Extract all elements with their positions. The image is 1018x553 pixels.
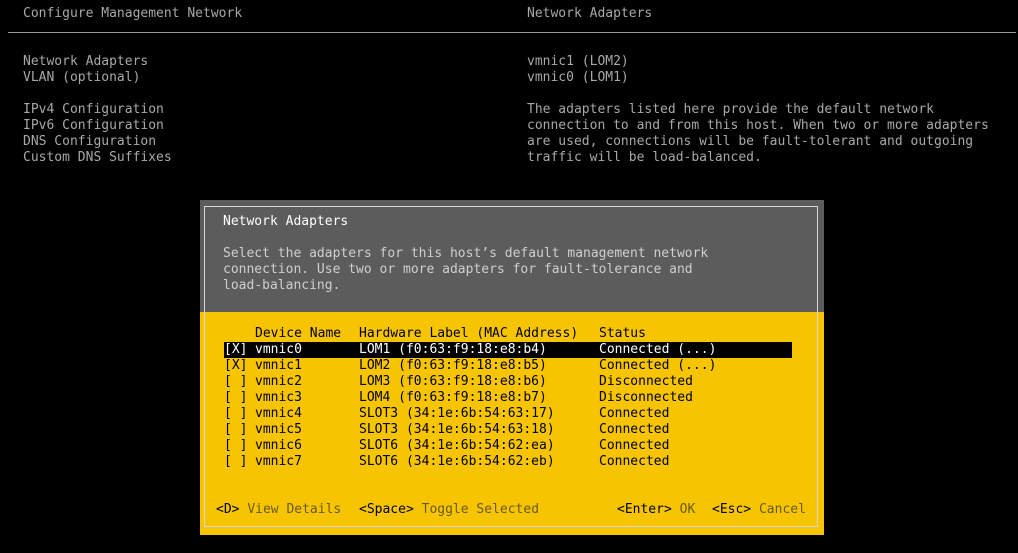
row-status: Connected [599,406,670,421]
view-details-label: View Details [247,502,342,517]
table-row[interactable]: [ ] vmnic2 LOM3 (f0:63:f9:18:e8:b6) Disc… [224,374,792,390]
info-description: are used, connections will be fault-tole… [527,134,974,149]
row-device: vmnic7 [255,454,302,469]
table-row[interactable]: [ ] vmnic7 SLOT6 (34:1e:6b:54:62:eb) Con… [224,454,792,470]
row-hardware: SLOT3 (34:1e:6b:54:63:18) [359,422,555,437]
menu-item-network-adapters[interactable]: Network Adapters [23,54,148,70]
row-checkbox[interactable]: [X] [224,358,247,374]
row-device: vmnic3 [255,390,302,405]
info-description: connection to and from this host. When t… [527,118,989,133]
dialog-title: Network Adapters [223,214,349,229]
panel-title: Network Adapters [527,6,653,21]
menu-item-dns[interactable]: DNS Configuration [23,134,156,150]
row-hardware: SLOT6 (34:1e:6b:54:62:ea) [359,438,555,453]
row-hardware: LOM2 (f0:63:f9:18:e8:b5) [359,358,547,373]
cancel-button[interactable]: <Esc> Cancel [712,502,806,518]
dialog-footer: <D> View Details <Space> Toggle Selected… [200,502,824,518]
ok-label: OK [679,502,696,517]
row-hardware: SLOT6 (34:1e:6b:54:62:eb) [359,454,555,469]
dialog-description: load-balancing. [223,278,341,293]
row-device: vmnic5 [255,422,302,437]
row-checkbox[interactable]: [ ] [224,390,247,406]
screen-title: Configure Management Network [23,6,243,21]
toggle-selected-key: <Space> [359,502,414,517]
menu-item-ipv4[interactable]: IPv4 Configuration [23,102,164,118]
column-header-device: Device Name [255,326,342,341]
table-row[interactable]: [ ] vmnic6 SLOT6 (34:1e:6b:54:62:ea) Con… [224,438,792,454]
table-row[interactable]: [ ] vmnic3 LOM4 (f0:63:f9:18:e8:b7) Disc… [224,390,792,406]
adapter-summary: vmnic0 (LOM1) [527,70,629,85]
table-row[interactable]: [ ] vmnic5 SLOT3 (34:1e:6b:54:63:18) Con… [224,422,792,438]
network-adapters-dialog: Network Adapters Select the adapters for… [200,200,824,535]
dialog-header: Network Adapters Select the adapters for… [200,200,824,312]
table-row[interactable]: [X] vmnic1 LOM2 (f0:63:f9:18:e8:b5) Conn… [224,358,792,374]
menu-item-dns-suffixes[interactable]: Custom DNS Suffixes [23,150,172,166]
table-row[interactable]: [X] vmnic0 LOM1 (f0:63:f9:18:e8:b4) Conn… [224,342,792,358]
info-description: The adapters listed here provide the def… [527,102,934,117]
menu-item-ipv6[interactable]: IPv6 Configuration [23,118,164,134]
row-status: Connected [599,438,670,453]
menu-item-vlan[interactable]: VLAN (optional) [23,70,140,86]
row-device: vmnic0 [255,342,302,357]
row-checkbox[interactable]: [ ] [224,422,247,438]
row-checkbox[interactable]: [ ] [224,438,247,454]
row-status: Connected [599,422,670,437]
toggle-selected-button[interactable]: <Space> Toggle Selected [359,502,539,518]
column-header-status: Status [599,326,646,341]
header-divider [8,32,1016,33]
row-checkbox[interactable]: [ ] [224,406,247,422]
ok-key: <Enter> [617,502,672,517]
cancel-key: <Esc> [712,502,752,517]
row-checkbox[interactable]: [ ] [224,374,247,390]
row-status: Connected [599,454,670,469]
view-details-button[interactable]: <D> View Details [216,502,341,518]
row-status: Disconnected [599,390,693,405]
row-hardware: SLOT3 (34:1e:6b:54:63:17) [359,406,555,421]
cancel-label: Cancel [758,502,806,517]
row-status: Connected (...) [599,358,717,373]
row-checkbox[interactable]: [ ] [224,454,247,470]
row-status: Disconnected [599,374,693,389]
ok-button[interactable]: <Enter> OK [617,502,695,518]
adapter-summary: vmnic1 (LOM2) [527,54,629,69]
toggle-selected-label: Toggle Selected [421,502,540,517]
table-row[interactable]: [ ] vmnic4 SLOT3 (34:1e:6b:54:63:17) Con… [224,406,792,422]
row-device: vmnic2 [255,374,302,389]
row-status: Connected (...) [599,342,717,357]
dialog-description: connection. Use two or more adapters for… [223,262,693,277]
column-header-hardware: Hardware Label (MAC Address) [359,326,579,341]
row-hardware: LOM3 (f0:63:f9:18:e8:b6) [359,374,547,389]
row-device: vmnic6 [255,438,302,453]
row-hardware: LOM1 (f0:63:f9:18:e8:b4) [359,342,547,357]
row-checkbox[interactable]: [X] [224,342,247,358]
row-device: vmnic4 [255,406,302,421]
row-hardware: LOM4 (f0:63:f9:18:e8:b7) [359,390,547,405]
info-description: traffic will be load-balanced. [527,150,762,165]
dialog-description: Select the adapters for this host’s defa… [223,246,709,261]
row-device: vmnic1 [255,358,302,373]
view-details-key: <D> [216,502,240,517]
